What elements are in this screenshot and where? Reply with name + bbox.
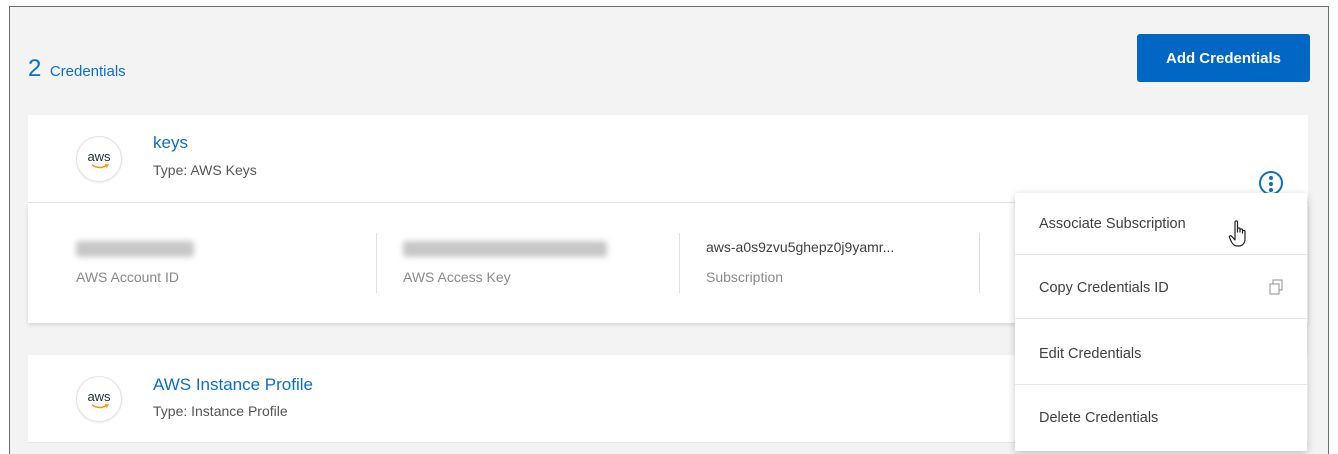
menu-item-label: Edit Credentials bbox=[1039, 345, 1142, 362]
divider bbox=[376, 233, 377, 293]
menu-item-copy-credentials-id[interactable]: Copy Credentials ID bbox=[1015, 257, 1307, 319]
menu-item-label: Copy Credentials ID bbox=[1039, 279, 1169, 296]
credentials-count-label: Credentials bbox=[49, 63, 126, 80]
menu-item-edit-credentials[interactable]: Edit Credentials bbox=[1015, 323, 1307, 385]
credential-type: Type: Instance Profile bbox=[153, 403, 288, 419]
access-key-label: AWS Access Key bbox=[403, 269, 511, 285]
credential-type: Type: AWS Keys bbox=[153, 162, 257, 178]
aws-smile-icon bbox=[91, 164, 109, 169]
account-id-label: AWS Account ID bbox=[76, 269, 179, 285]
copy-icon[interactable] bbox=[1269, 279, 1283, 295]
aws-logo-text: aws bbox=[87, 389, 111, 404]
subscription-value: aws-a0s9zvu5ghepz0j9yamr... bbox=[706, 239, 895, 255]
aws-logo-icon: aws bbox=[76, 376, 122, 422]
credential-actions-menu: Associate Subscription Copy Credentials … bbox=[1015, 193, 1307, 451]
menu-item-label: Delete Credentials bbox=[1039, 410, 1159, 426]
credential-card-keys[interactable]: aws keys Type: AWS Keys bbox=[28, 115, 1308, 203]
aws-logo-icon: aws bbox=[76, 136, 122, 182]
subscription-label: Subscription bbox=[706, 269, 784, 285]
aws-logo-text: aws bbox=[87, 149, 111, 164]
divider bbox=[979, 233, 980, 293]
account-id-value-redacted bbox=[76, 241, 194, 257]
more-vertical-icon[interactable] bbox=[1259, 171, 1283, 195]
access-key-value-redacted bbox=[403, 241, 607, 257]
add-credentials-button[interactable]: Add Credentials bbox=[1137, 34, 1310, 82]
aws-smile-icon bbox=[91, 404, 109, 409]
credentials-panel: 2 Credentials Add Credentials aws keys T… bbox=[9, 6, 1329, 454]
credential-name[interactable]: keys bbox=[153, 133, 188, 153]
credential-name[interactable]: AWS Instance Profile bbox=[153, 375, 313, 395]
menu-item-label: Associate Subscription bbox=[1039, 215, 1186, 232]
menu-item-associate-subscription[interactable]: Associate Subscription bbox=[1015, 193, 1307, 255]
credentials-count: 2 bbox=[28, 55, 42, 82]
credentials-count-heading: 2 Credentials bbox=[28, 55, 126, 83]
hand-pointer-cursor bbox=[1228, 220, 1246, 247]
divider bbox=[679, 233, 680, 293]
menu-item-delete-credentials[interactable]: Delete Credentials bbox=[1015, 387, 1307, 449]
